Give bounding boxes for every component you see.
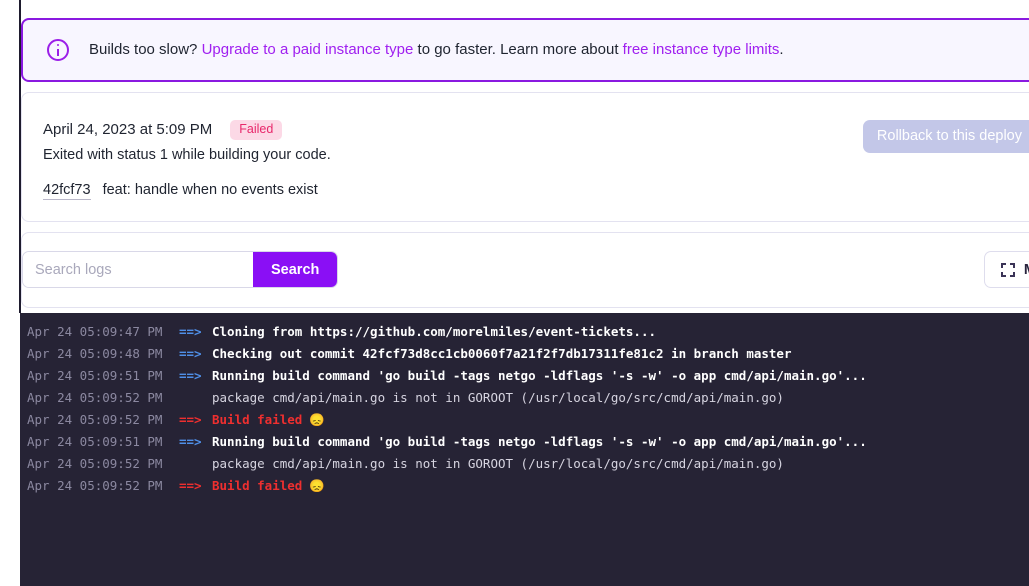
left-gutter [0,0,19,586]
log-timestamp: Apr 24 05:09:52 PM [27,478,163,493]
log-emoji: 😞 [309,412,325,427]
rollback-button[interactable]: Rollback to this deploy [862,120,1029,153]
log-line: Apr 24 05:09:52 PM package cmd/api/main.g… [20,387,1029,409]
toolbar-right-actions: Maximize Scroll to top [983,251,1029,288]
free-instance-limits-link[interactable]: free instance type limits [623,41,780,58]
search-input[interactable] [23,252,253,287]
log-line: Apr 24 05:09:51 PM ==> Running build comma… [20,365,1029,387]
log-timestamp: Apr 24 05:09:52 PM [27,390,163,405]
status-badge: Failed [230,120,283,140]
maximize-button[interactable]: Maximize [983,251,1029,288]
log-arrow-marker: ==> [179,434,202,449]
deploy-summary-card: April 24, 2023 at 5:09 PM Failed Exited … [21,92,1029,222]
build-log-panel[interactable]: Apr 24 05:09:47 PM ==> Cloning from https:… [20,313,1029,586]
log-line: Apr 24 05:09:52 PM ==> Build failed 😞 [20,409,1029,431]
log-message: Build failed [212,412,303,427]
upgrade-instance-banner: Builds too slow? Upgrade to a paid insta… [21,18,1029,82]
log-arrow-marker: ==> [179,368,202,383]
log-timestamp: Apr 24 05:09:52 PM [27,412,163,427]
deploy-description: Exited with status 1 while building your… [43,147,331,163]
log-timestamp: Apr 24 05:09:52 PM [27,456,163,471]
deploy-date: April 24, 2023 at 5:09 PM [43,121,213,139]
log-message: Build failed [212,478,303,493]
log-message: Running build command 'go build -tags ne… [212,434,867,449]
log-message: Cloning from https://github.com/morelmil… [212,324,657,339]
log-line: Apr 24 05:09:52 PM ==> Build failed 😞 [20,475,1029,497]
banner-text-before: Builds too slow? [89,41,202,59]
upgrade-instance-link[interactable]: Upgrade to a paid instance type [202,41,414,58]
log-line: Apr 24 05:09:48 PM ==> Checking out commit… [20,343,1029,365]
log-message: package cmd/api/main.go is not in GOROOT… [212,456,784,471]
log-arrow-marker: ==> [179,478,202,493]
commit-sha-link[interactable]: 42fcf73 [43,182,91,200]
deploy-commit-row: 42fcf73 feat: handle when no events exis… [43,182,318,200]
deploy-header-row: April 24, 2023 at 5:09 PM Failed [43,120,283,140]
log-message: Running build command 'go build -tags ne… [212,368,867,383]
banner-text: Builds too slow? Upgrade to a paid insta… [89,40,784,60]
log-line: Apr 24 05:09:52 PM package cmd/api/main.g… [20,453,1029,475]
expand-corners-icon [1000,262,1015,277]
maximize-label: Maximize [1024,262,1029,278]
deploy-log-page: Builds too slow? Upgrade to a paid insta… [0,0,1029,586]
log-timestamp: Apr 24 05:09:48 PM [27,346,163,361]
log-timestamp: Apr 24 05:09:47 PM [27,324,163,339]
search-button[interactable]: Search [253,252,338,287]
log-arrow-marker: ==> [179,412,202,427]
log-arrow-marker [179,453,212,475]
banner-text-after: . [779,41,784,59]
log-emoji: 😞 [309,478,325,493]
log-message: Checking out commit 42fcf73d8cc1cb0060f7… [212,346,792,361]
banner-text-middle: to go faster. Learn more about [413,41,623,59]
log-line: Apr 24 05:09:47 PM ==> Cloning from https:… [20,321,1029,343]
commit-message: feat: handle when no events exist [102,182,318,198]
log-arrow-marker: ==> [179,346,202,361]
log-arrow-marker: ==> [179,324,202,339]
log-timestamp: Apr 24 05:09:51 PM [27,434,163,449]
log-timestamp: Apr 24 05:09:51 PM [27,368,163,383]
log-message: package cmd/api/main.go is not in GOROOT… [212,390,784,405]
search-group: Search [22,251,339,288]
log-arrow-marker [179,387,212,409]
logs-toolbar: Search Maximize Scroll to top [21,232,1029,308]
info-circle-icon [47,39,69,61]
log-line: Apr 24 05:09:51 PM ==> Running build comma… [20,431,1029,453]
